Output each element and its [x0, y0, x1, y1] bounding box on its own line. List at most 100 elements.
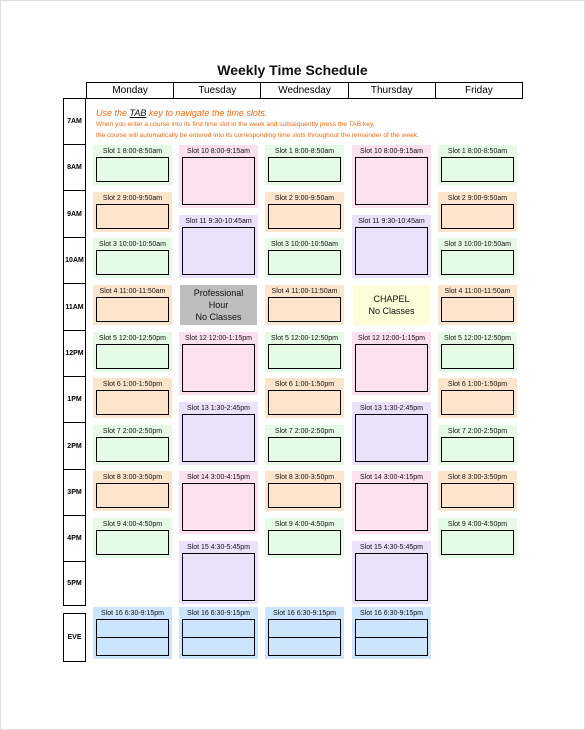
- slot-3-monday: Slot 3 10:00-10:50am: [93, 238, 172, 278]
- course-entry-field[interactable]: [441, 204, 514, 229]
- time-label-9am: 9AM: [64, 191, 85, 238]
- course-entry-field[interactable]: [268, 530, 341, 555]
- tab-key: TAB: [129, 108, 147, 118]
- course-entry-field[interactable]: [182, 483, 255, 531]
- course-entry-field[interactable]: [182, 553, 255, 601]
- course-entry-field[interactable]: [441, 157, 514, 182]
- slot-7-wednesday: Slot 7 2:00-2:50pm: [265, 425, 344, 465]
- slot-3-friday: Slot 3 10:00-10:50am: [438, 238, 517, 278]
- slot-13-thursday: Slot 13 1:30-2:45pm: [352, 402, 431, 465]
- slot-label: Slot 9 4:00-4:50pm: [274, 521, 335, 528]
- course-entry-field[interactable]: [268, 344, 341, 369]
- course-entry-field[interactable]: [441, 297, 514, 322]
- course-entry-field[interactable]: [96, 297, 169, 322]
- course-entry-line[interactable]: [269, 638, 340, 656]
- slot-label: Slot 11 9:30-10:45am: [185, 218, 252, 225]
- slot-label: Slot 4 11:00-11:50am: [99, 288, 166, 295]
- slot-label: Slot 13 1:30-2:45pm: [359, 405, 424, 412]
- slot-6-wednesday: Slot 6 1:00-1:50pm: [265, 378, 344, 418]
- slot-label: Slot 6 1:00-1:50pm: [274, 381, 335, 388]
- course-entry-field[interactable]: [268, 250, 341, 275]
- course-entry-field[interactable]: [268, 483, 341, 508]
- day-header-friday: Friday: [465, 85, 493, 96]
- slot-2-monday: Slot 2 9:00-9:50am: [93, 192, 172, 232]
- course-entry-field[interactable]: [182, 344, 255, 392]
- course-entry-field[interactable]: [355, 227, 428, 275]
- course-entry-field[interactable]: [441, 390, 514, 415]
- course-entry-field[interactable]: [96, 250, 169, 275]
- course-entry-field[interactable]: [355, 414, 428, 462]
- course-entry-field[interactable]: [96, 344, 169, 369]
- time-label-3pm: 3PM: [64, 470, 85, 516]
- course-entry-field[interactable]: [441, 483, 514, 508]
- course-entry-field[interactable]: [182, 227, 255, 275]
- course-entry-line[interactable]: [269, 620, 340, 638]
- time-label-8am: 8AM: [64, 145, 85, 191]
- course-entry-field[interactable]: [441, 530, 514, 555]
- course-entry-line[interactable]: [356, 620, 427, 638]
- course-entry-field[interactable]: [441, 437, 514, 462]
- course-entry-line[interactable]: [356, 638, 427, 656]
- time-label-11am: 11AM: [64, 284, 85, 331]
- slot-14-tuesday: Slot 14 3:00-4:15pm: [179, 471, 258, 534]
- course-entry-field[interactable]: [268, 297, 341, 322]
- day-header-thursday: Thursday: [349, 83, 436, 98]
- time-label-1pm: 1PM: [64, 377, 85, 423]
- course-entry-field[interactable]: [268, 390, 341, 415]
- course-entry-field[interactable]: [268, 204, 341, 229]
- slot-label: Slot 6 1:00-1:50pm: [447, 381, 508, 388]
- course-entry-field[interactable]: [96, 390, 169, 415]
- slot-label: Slot 13 1:30-2:45pm: [186, 405, 251, 412]
- course-entry-field[interactable]: [182, 414, 255, 462]
- course-entry-field[interactable]: [182, 157, 255, 205]
- slot-label: Slot 1 8:00-8:50am: [447, 148, 508, 155]
- time-label-4pm: 4PM: [64, 516, 85, 562]
- course-entry-field[interactable]: [96, 483, 169, 508]
- slot-label: Slot 7 2:00-2:50pm: [102, 428, 163, 435]
- course-entry-line[interactable]: [183, 638, 254, 656]
- course-entry-field[interactable]: [355, 157, 428, 205]
- slot-label: Slot 1 8:00-8:50am: [274, 148, 335, 155]
- course-entry-field[interactable]: [355, 619, 428, 656]
- slot-16-monday: Slot 16 6:30-9:15pm: [93, 607, 172, 659]
- slot-15-thursday: Slot 15 4:30-5:45pm: [352, 541, 431, 604]
- slot-8-friday: Slot 8 3:00-3:50pm: [438, 471, 517, 511]
- slot-label: Slot 2 9:00-9:50am: [274, 195, 335, 202]
- course-entry-field[interactable]: [96, 204, 169, 229]
- course-entry-field[interactable]: [96, 619, 169, 656]
- course-entry-field[interactable]: [441, 344, 514, 369]
- course-entry-field[interactable]: [182, 619, 255, 656]
- slot-label: Slot 3 10:00-10:50am: [99, 241, 166, 248]
- course-entry-field[interactable]: [96, 437, 169, 462]
- slot-2-wednesday: Slot 2 9:00-9:50am: [265, 192, 344, 232]
- slot-2-friday: Slot 2 9:00-9:50am: [438, 192, 517, 232]
- slot-1-monday: Slot 1 8:00-8:50am: [93, 145, 172, 185]
- slot-label: Slot 3 10:00-10:50am: [444, 241, 511, 248]
- course-entry-field[interactable]: [96, 530, 169, 555]
- slot-1-wednesday: Slot 1 8:00-8:50am: [265, 145, 344, 185]
- course-entry-field[interactable]: [268, 619, 341, 656]
- day-header-monday: Monday: [87, 83, 175, 98]
- slot-7-friday: Slot 7 2:00-2:50pm: [438, 425, 517, 465]
- slot-label: Slot 14 3:00-4:15pm: [186, 474, 251, 481]
- slot-label: Slot 14 3:00-4:15pm: [359, 474, 424, 481]
- course-entry-line[interactable]: [97, 620, 168, 638]
- course-entry-field[interactable]: [268, 157, 341, 182]
- course-entry-field[interactable]: [355, 483, 428, 531]
- slot-10-thursday: Slot 10 8:00-9:15am: [352, 145, 431, 208]
- course-entry-field[interactable]: [441, 250, 514, 275]
- course-entry-line[interactable]: [183, 620, 254, 638]
- course-entry-field[interactable]: [96, 157, 169, 182]
- slot-label: Slot 5 12:00-12:50pm: [271, 335, 338, 342]
- course-entry-field[interactable]: [355, 553, 428, 601]
- slot-8-monday: Slot 8 3:00-3:50pm: [93, 471, 172, 511]
- course-entry-line[interactable]: [97, 638, 168, 656]
- time-column: 7AM 8AM 9AM 10AM 11AM 12PM 1PM 2PM 3PM 4PM 5PM: [63, 98, 86, 606]
- slot-16-thursday: Slot 16 6:30-9:15pm: [352, 607, 431, 659]
- slot-12-thursday: Slot 12 12:00-1:15pm: [352, 332, 431, 395]
- slot-4-wednesday: Slot 4 11:00-11:50am: [265, 285, 344, 325]
- course-entry-field[interactable]: [355, 344, 428, 392]
- professional-hour-block: Professional Hour No Classes: [180, 285, 257, 325]
- course-entry-field[interactable]: [268, 437, 341, 462]
- slot-label: Slot 12 12:00-1:15pm: [358, 335, 425, 342]
